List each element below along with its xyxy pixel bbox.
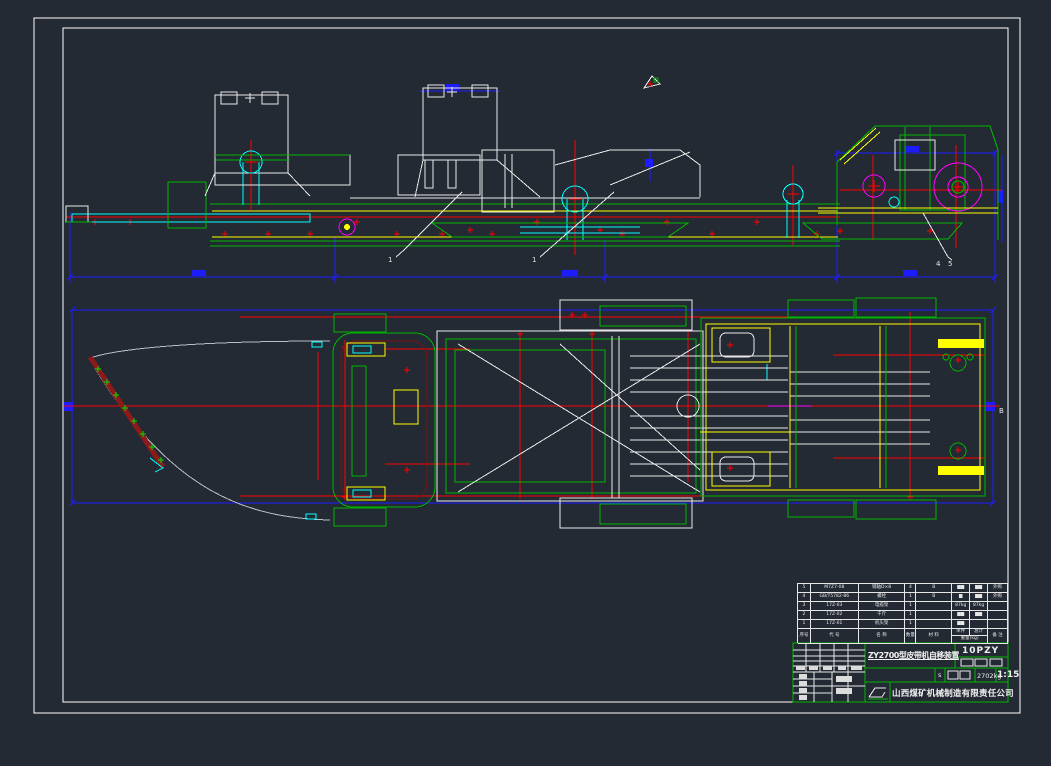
plan-head-frame: [333, 314, 435, 526]
bom-cell-4: B: [916, 593, 952, 602]
left-bracket: [168, 182, 206, 228]
support-tower-1: [205, 92, 310, 205]
bom-header-0: 序号: [798, 629, 811, 644]
bom-header-3: 数量: [905, 629, 916, 644]
bom-header-total: 总计: [970, 629, 988, 636]
bom-row: 5M7Z7-08销轴D×84B▆▆▆▆外购: [798, 584, 1008, 593]
bom-cell-6: 87kg: [970, 602, 988, 611]
company-logo-icon: [868, 688, 888, 699]
bom-cell-3: 1: [905, 620, 916, 629]
bom-header-4: 材 料: [916, 629, 952, 644]
bom-row: 4GB/T5782-86螺栓1B▆▆▆外购: [798, 593, 1008, 602]
bom-cell-4: [916, 602, 952, 611]
anchor-nose: [90, 341, 330, 520]
bom-cell-7: [988, 602, 1008, 611]
bom-header-remark: 备 注: [988, 629, 1008, 644]
plan-view-centerlines: [64, 312, 1000, 500]
bom-cell-2: 电缆架: [859, 602, 906, 611]
bom-cell-0: 5: [798, 584, 811, 593]
bom-table: 5M7Z7-08销轴D×84B▆▆▆▆外购4GB/T5782-86螺栓1B▆▆▆…: [797, 583, 1008, 643]
bom-cell-3: 1: [905, 602, 916, 611]
side-view-dimensions: [67, 84, 1003, 283]
bom-header-unit: 单件: [952, 629, 970, 636]
bom-cell-2: 千斤: [859, 611, 906, 620]
balloon-4: 4: [936, 260, 941, 268]
plan-view: B: [64, 298, 1004, 528]
bom-cell-7: 外购: [988, 593, 1008, 602]
bom-cell-1: M7Z7-08: [811, 584, 859, 593]
balloon-5: 5: [948, 260, 952, 268]
bom-cell-1: 17Z-03: [811, 602, 859, 611]
plan-tail-frame: [700, 298, 985, 519]
bom-cell-0: 4: [798, 593, 811, 602]
bom-cell-5: ▆▆: [952, 611, 970, 620]
bom-cell-7: [988, 611, 1008, 620]
scale-value: 1:15: [997, 670, 1019, 680]
drawing-title: ZY2700型皮带机自移装置: [868, 650, 954, 661]
bom-cell-4: [916, 611, 952, 620]
side-view: 1 1 4 5: [66, 76, 1003, 283]
stage-mark: s: [938, 671, 941, 679]
cad-viewport: 1 1 4 5 B: [0, 0, 1051, 766]
bom-cell-5: ▆▆: [952, 620, 970, 629]
bom-cell-3: 4: [905, 584, 916, 593]
balloon-1: 1: [388, 256, 392, 264]
bom-cell-2: 螺栓: [859, 593, 906, 602]
bom-cell-0: 1: [798, 620, 811, 629]
bom-cell-0: 3: [798, 602, 811, 611]
section-label-b: B: [999, 407, 1004, 415]
bom-cell-6: ▆▆: [970, 611, 988, 620]
bom-cell-6: [970, 620, 988, 629]
bom-cell-3: 1: [905, 611, 916, 620]
company-name: 山西煤矿机械制造有限责任公司: [892, 687, 1008, 699]
bom-header-1: 代 号: [811, 629, 859, 644]
bom-cell-1: GB/T5782-86: [811, 593, 859, 602]
bom-row: 317Z-03电缆架1 87kg87kg: [798, 602, 1008, 611]
bom-cell-6: ▆▆: [970, 584, 988, 593]
bom-cell-5: 87kg: [952, 602, 970, 611]
drawing-number: 10PZY: [962, 646, 999, 656]
bom-cell-7: [988, 620, 1008, 629]
bom-cell-4: [916, 620, 952, 629]
signature-grid: [793, 643, 865, 702]
bom-header-row: 序号代 号名 称数量材 料单件总计重量(kg)备 注: [798, 629, 1008, 644]
bom-cell-7: 外购: [988, 584, 1008, 593]
bom-cell-2: 销轴D×8: [859, 584, 906, 593]
push-bar: [66, 206, 355, 235]
bom-cell-3: 1: [905, 593, 916, 602]
bom-cell-6: ▆▆: [970, 593, 988, 602]
bom-cell-1: 17Z-02: [811, 611, 859, 620]
bom-header-weight-caption: 重量(kg): [952, 636, 988, 644]
bom-row: 217Z-02千斤1 ▆▆▆▆: [798, 611, 1008, 620]
balloon-2: 1: [532, 256, 536, 264]
plan-mid-frame: [437, 300, 812, 528]
bom-header-2: 名 称: [859, 629, 906, 644]
bom-cell-0: 2: [798, 611, 811, 620]
bom-row: 117Z-01机头架1▆▆: [798, 620, 1008, 629]
bom-cell-5: ▆▆: [952, 584, 970, 593]
bom-cell-1: 17Z-01: [811, 620, 859, 629]
bom-cell-5: ▆: [952, 593, 970, 602]
bom-cell-2: 机头架: [859, 620, 906, 629]
bom-header-weight: 单件总计重量(kg): [952, 629, 988, 644]
bom-cell-4: B: [916, 584, 952, 593]
